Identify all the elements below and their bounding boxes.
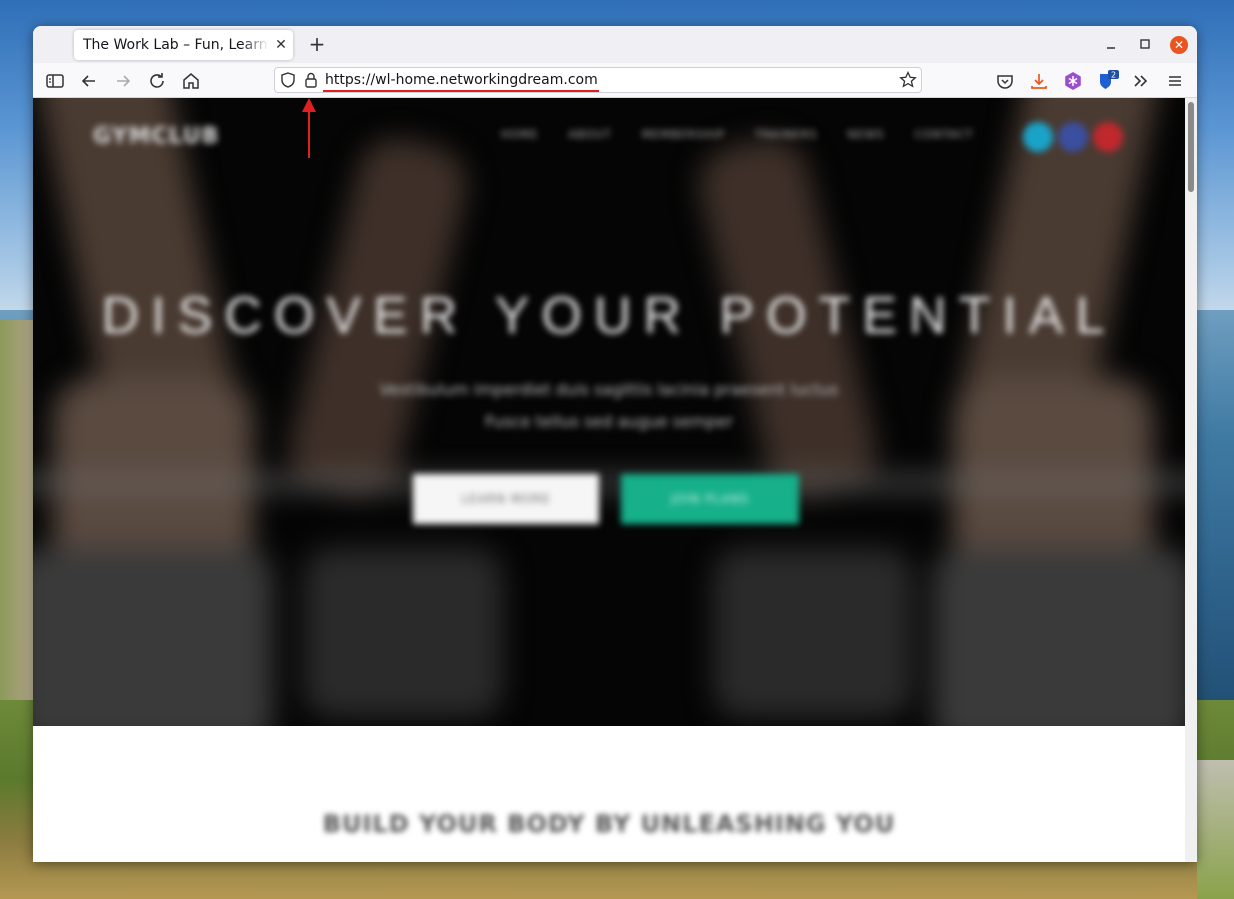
bookmark-star-icon[interactable] — [899, 70, 917, 89]
close-window-button[interactable]: ✕ — [1170, 36, 1188, 54]
new-tab-button[interactable]: + — [305, 33, 329, 57]
extension-bitwarden-icon[interactable]: 2 — [1095, 69, 1119, 93]
downloads-icon[interactable] — [1027, 69, 1051, 93]
hero-subtitle-line-2: Fusce tellus sed augue semper — [484, 412, 734, 431]
back-icon[interactable] — [77, 69, 101, 93]
site-nav-trainers[interactable]: TRAINERS — [755, 128, 818, 141]
learn-more-button[interactable]: LEARN MORE — [413, 474, 599, 524]
lock-icon[interactable] — [303, 71, 319, 89]
twitter-icon[interactable] — [1023, 122, 1053, 152]
join-plans-button[interactable]: JOIN PLANS — [621, 474, 799, 524]
home-icon[interactable] — [179, 69, 203, 93]
site-logo[interactable]: GYMCLUB — [93, 124, 219, 149]
shield-icon[interactable] — [280, 72, 296, 88]
url-text[interactable]: https://wl-home.networkingdream.com — [325, 72, 598, 88]
extension-snowflake-icon[interactable] — [1061, 69, 1085, 93]
hero-title: DISCOVER YOUR POTENTIAL — [101, 287, 1117, 345]
web-page-content: GYMCLUB HOME ABOUT MEMBERSHIP TRAINERS N… — [33, 98, 1185, 862]
minimize-icon — [1107, 47, 1115, 49]
sidebar-icon[interactable] — [43, 69, 67, 93]
site-nav-news[interactable]: NEWS — [847, 128, 884, 141]
scrollbar-thumb[interactable] — [1188, 102, 1194, 192]
tab-bar: The Work Lab – Fun, Learn, Work ✕ + ✕ — [33, 26, 1197, 63]
url-highlight-underline — [323, 90, 599, 92]
browser-window: The Work Lab – Fun, Learn, Work ✕ + ✕ — [33, 26, 1197, 862]
site-nav-membership[interactable]: MEMBERSHIP — [642, 128, 725, 141]
tab-close-icon[interactable]: ✕ — [272, 36, 290, 54]
site-nav-home[interactable]: HOME — [501, 128, 538, 141]
site-navigation: HOME ABOUT MEMBERSHIP TRAINERS NEWS CONT… — [501, 128, 974, 141]
maximize-button[interactable] — [1135, 34, 1155, 54]
facebook-icon[interactable] — [1058, 122, 1088, 152]
hero-section: GYMCLUB HOME ABOUT MEMBERSHIP TRAINERS N… — [33, 98, 1185, 726]
google-plus-icon[interactable] — [1093, 122, 1123, 152]
maximize-icon — [1140, 39, 1150, 49]
hamburger-menu-icon[interactable] — [1163, 69, 1187, 93]
site-nav-about[interactable]: ABOUT — [568, 128, 611, 141]
forward-icon[interactable] — [111, 69, 135, 93]
navigation-toolbar: https://wl-home.networkingdream.com 2 — [33, 63, 1197, 98]
site-nav-contact[interactable]: CONTACT — [914, 128, 973, 141]
section-heading: BUILD YOUR BODY BY UNLEASHING YOU — [322, 810, 896, 838]
wallpaper-rocks — [1197, 760, 1234, 899]
hero-subtitle-line-1: Vestibulum imperdiet duis sagittis lacin… — [379, 380, 839, 399]
active-tab[interactable]: The Work Lab – Fun, Learn, Work ✕ — [74, 30, 293, 60]
overflow-chevron-icon[interactable] — [1129, 69, 1153, 93]
pocket-icon[interactable] — [993, 69, 1017, 93]
annotation-arrow-icon — [302, 98, 316, 158]
page-scrollbar[interactable] — [1185, 98, 1197, 862]
reload-icon[interactable] — [145, 69, 169, 93]
svg-text:2: 2 — [1111, 71, 1116, 80]
tab-title: The Work Lab – Fun, Learn, Work — [83, 37, 269, 53]
blurred-site-content: GYMCLUB HOME ABOUT MEMBERSHIP TRAINERS N… — [33, 98, 1185, 726]
minimize-button[interactable] — [1101, 34, 1121, 54]
